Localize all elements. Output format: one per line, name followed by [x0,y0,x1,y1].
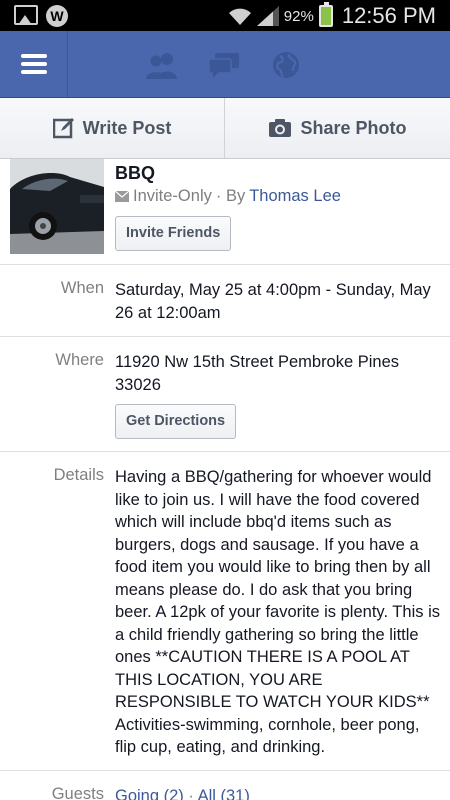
camera-icon [269,119,292,137]
nav-bar [0,31,450,98]
invite-friends-button[interactable]: Invite Friends [115,216,232,251]
edit-icon [52,118,74,139]
where-label: Where [55,351,104,369]
image-icon [14,5,38,25]
event-header: BBQ Invite-Only · By Thomas Lee Invite F… [0,159,450,265]
composer-bar: Write Post Share Photo [0,98,450,159]
battery-percentage: 92% [283,7,314,25]
details-row: Details Having a BBQ/gathering for whoev… [0,452,450,771]
when-row: When Saturday, May 25 at 4:00pm - Sunday… [0,265,450,337]
envelope-icon [115,191,129,202]
share-photo-button[interactable]: Share Photo [225,98,450,158]
menu-icon [20,50,47,78]
friend-requests-icon[interactable] [145,50,179,80]
guests-all-link[interactable]: All (31) [198,787,250,800]
details-label: Details [53,466,104,484]
by-label: · By [215,187,246,205]
host-link[interactable]: Thomas Lee [249,187,341,206]
clock: 12:56 PM [341,3,436,28]
where-row: Where 11920 Nw 15th Street Pembroke Pine… [0,337,450,452]
event-privacy-line: Invite-Only · By Thomas Lee [115,187,341,206]
guests-row: Guests Going (2) · All (31) [0,771,450,800]
privacy-label: Invite-Only [133,187,212,205]
notifications-globe-icon[interactable] [269,50,303,80]
write-post-button[interactable]: Write Post [0,98,225,158]
guests-going-link[interactable]: Going (2) [115,787,184,800]
share-photo-label: Share Photo [300,117,407,138]
details-value: Having a BBQ/gathering for whoever would… [115,468,440,756]
where-value[interactable]: 11920 Nw 15th Street Pembroke Pines 3302… [115,351,440,396]
guests-separator: · [188,787,194,800]
event-details: BBQ Invite-Only · By Thomas Lee Invite F… [0,159,450,800]
wifi-icon [228,6,252,26]
w-app-icon: W [46,5,68,27]
status-bar: W 92% 12:56 PM [0,0,450,31]
when-label: When [60,279,104,297]
menu-button[interactable] [0,31,68,97]
messages-icon[interactable] [207,50,241,80]
get-directions-button[interactable]: Get Directions [115,404,237,439]
signal-icon [256,6,279,26]
write-post-label: Write Post [82,117,172,138]
event-title: BBQ [115,163,155,183]
guests-label: Guests [51,785,104,800]
when-value: Saturday, May 25 at 4:00pm - Sunday, May… [115,281,431,322]
battery-icon [318,2,333,27]
event-photo[interactable] [10,159,104,254]
